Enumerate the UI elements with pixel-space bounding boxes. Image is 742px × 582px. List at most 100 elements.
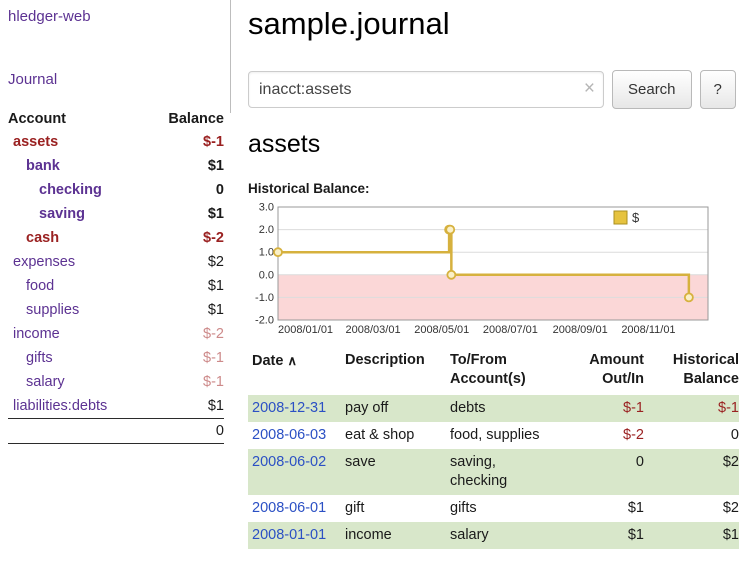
transaction-date-link[interactable]: 2008-06-03	[252, 427, 326, 443]
account-link-supplies[interactable]: supplies	[26, 302, 79, 318]
account-row: supplies$1	[8, 298, 224, 322]
svg-text:1.0: 1.0	[259, 247, 274, 259]
page-title: sample.journal	[248, 6, 742, 42]
search-input-wrap: ×	[248, 71, 604, 108]
register-table: Date ∧ Description To/From Account(s) Am…	[248, 351, 739, 549]
balance-column-header: Balance	[146, 108, 224, 130]
account-column-header: Account	[8, 108, 146, 130]
balance-chart: 3.0 2.0 1.0 0.0 -1.0 -2.0 2008/01/01 2008/03/01…	[248, 199, 712, 339]
historical-balance-column-header: Historical Balance	[644, 351, 739, 395]
svg-text:-2.0: -2.0	[255, 315, 274, 327]
transaction-balance: $1	[644, 522, 739, 549]
transaction-amount: $1	[572, 495, 644, 522]
transaction-balance: 0	[644, 422, 739, 449]
account-link-food[interactable]: food	[26, 278, 54, 294]
transaction-amount: $1	[572, 522, 644, 549]
account-row: gifts $-1	[8, 346, 224, 370]
transaction-description: gift	[345, 495, 450, 522]
account-balance: $-1	[146, 130, 224, 154]
amount-header-line1: Amount	[589, 352, 644, 368]
transaction-amount: $-1	[572, 395, 644, 422]
transaction-amount: $-2	[572, 422, 644, 449]
transaction-accounts: debts	[450, 395, 572, 422]
transaction-accounts: gifts	[450, 495, 572, 522]
transaction-balance: $2	[644, 449, 739, 495]
account-balance: 0	[146, 178, 224, 202]
account-link-bank[interactable]: bank	[26, 158, 60, 174]
svg-text:2.0: 2.0	[259, 224, 274, 236]
transaction-description: pay off	[345, 395, 450, 422]
account-link-saving[interactable]: saving	[39, 206, 85, 222]
description-column-header: Description	[345, 351, 450, 395]
account-link-liabilities-debts[interactable]: liabilities:debts	[13, 398, 107, 414]
svg-text:2008/03/01: 2008/03/01	[346, 324, 401, 336]
help-button[interactable]: ?	[700, 70, 736, 109]
account-balance: $-2	[146, 322, 224, 346]
svg-text:2008/11/01: 2008/11/01	[621, 324, 675, 336]
svg-text:3.0: 3.0	[259, 202, 274, 214]
accounts-header-line2: Account(s)	[450, 371, 526, 387]
nav-journal-link[interactable]: Journal	[8, 71, 57, 88]
account-balance: $1	[146, 202, 224, 226]
transaction-accounts: food, supplies	[450, 422, 572, 449]
account-balance: $-1	[146, 370, 224, 394]
account-balance: $1	[146, 154, 224, 178]
transaction-date-link[interactable]: 2008-12-31	[252, 400, 326, 416]
search-button[interactable]: Search	[612, 70, 692, 109]
chart-title: Historical Balance:	[248, 181, 742, 196]
svg-text:0.0: 0.0	[259, 269, 274, 281]
transaction-amount: 0	[572, 449, 644, 495]
total-row-spacer	[8, 419, 146, 444]
account-row: assets $-1	[8, 130, 224, 154]
svg-text:2008/05/01: 2008/05/01	[414, 324, 469, 336]
transaction-accounts: saving, checking	[450, 449, 572, 495]
svg-text:2008/01/01: 2008/01/01	[278, 324, 333, 336]
account-link-cash[interactable]: cash	[26, 230, 59, 246]
clear-search-icon[interactable]: ×	[584, 79, 595, 98]
amount-column-header: Amount Out/In	[572, 351, 644, 395]
transaction-balance: $2	[644, 495, 739, 522]
transaction-date-link[interactable]: 2008-06-01	[252, 500, 326, 516]
account-link-expenses[interactable]: expenses	[13, 254, 75, 270]
account-row: salary $-1	[8, 370, 224, 394]
transaction-date-link[interactable]: 2008-01-01	[252, 527, 326, 543]
account-heading: assets	[248, 130, 742, 159]
svg-text:-1.0: -1.0	[255, 292, 274, 304]
account-row: food $1	[8, 274, 224, 298]
account-balance: $1	[146, 274, 224, 298]
legend-label: $	[632, 210, 640, 225]
svg-text:2008/09/01: 2008/09/01	[553, 324, 608, 336]
account-link-assets[interactable]: assets	[13, 134, 58, 150]
account-row: cash $-2	[8, 226, 224, 250]
transaction-date-link[interactable]: 2008-06-02	[252, 454, 326, 470]
balance-header-line1: Historical	[673, 352, 739, 368]
account-rows: assets $-1 bank $1 checking 0 saving $1 cash $-2 e…	[8, 130, 224, 419]
account-balance: $1	[146, 394, 224, 419]
account-row: bank $1	[8, 154, 224, 178]
account-row: checking 0	[8, 178, 224, 202]
account-row: liabilities:debts $1	[8, 394, 224, 419]
date-column-label: Date	[252, 353, 283, 369]
sort-ascending-icon: ∧	[287, 353, 297, 368]
account-row: saving $1	[8, 202, 224, 226]
account-link-gifts[interactable]: gifts	[26, 350, 53, 366]
total-row: 0	[8, 419, 224, 444]
register-row: 2008-06-03eat & shopfood, supplies$-20	[248, 422, 739, 449]
accounts-header-line1: To/From	[450, 352, 507, 368]
account-link-checking[interactable]: checking	[39, 182, 102, 198]
accounts-column-header: To/From Account(s)	[450, 351, 572, 395]
account-balance: $-1	[146, 346, 224, 370]
account-balance: $-2	[146, 226, 224, 250]
amount-header-line2: Out/In	[602, 371, 644, 387]
sidebar-divider	[230, 0, 231, 113]
sidebar: hledger-web Journal Account Balance asse…	[0, 0, 230, 444]
account-link-salary[interactable]: salary	[26, 374, 65, 390]
total-balance: 0	[146, 419, 224, 444]
date-column-header[interactable]: Date ∧	[248, 351, 345, 395]
register-row: 2008-12-31pay offdebts$-1$-1	[248, 395, 739, 422]
search-input[interactable]	[248, 71, 604, 108]
app-brand-link[interactable]: hledger-web	[8, 8, 91, 25]
register-row: 2008-06-01 giftgifts$1$2	[248, 495, 739, 522]
account-link-income[interactable]: income	[13, 326, 60, 342]
legend-swatch	[614, 211, 627, 224]
